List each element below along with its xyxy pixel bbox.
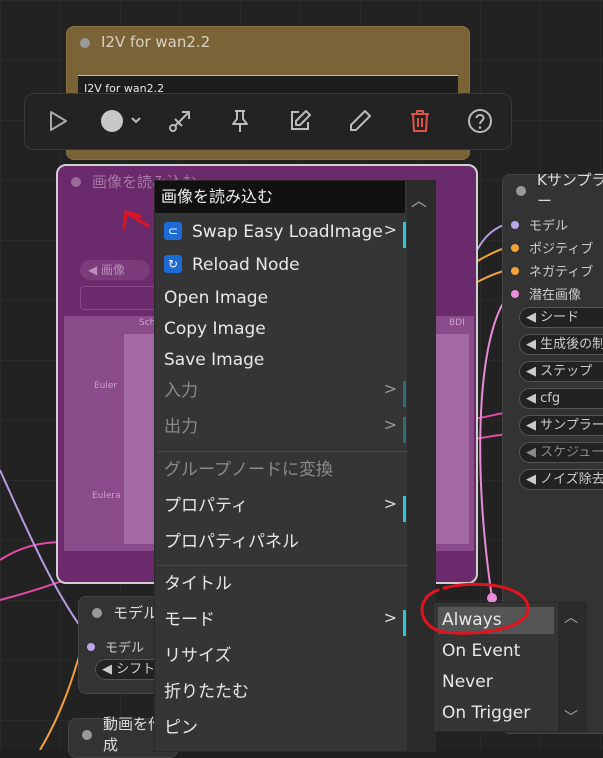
input-slot[interactable]: [511, 266, 519, 275]
denoise-widget[interactable]: ◀ ノイズ除去: [519, 469, 603, 490]
trash-icon[interactable]: [405, 106, 435, 136]
preview-label: Euler: [94, 381, 118, 391]
sampler-widget[interactable]: ◀ サンプラー: [519, 415, 603, 436]
mode-option-on-event[interactable]: On Event: [438, 638, 554, 665]
selection-toolbar: [24, 93, 512, 150]
input-slot[interactable]: [511, 289, 519, 298]
menu-item-outputs[interactable]: 出力 >: [155, 412, 406, 443]
menu-item-collapse[interactable]: 折りたたむ: [155, 677, 405, 707]
menu-item-mode[interactable]: モード >: [155, 605, 406, 636]
edit-icon[interactable]: [285, 106, 315, 136]
preview-label: Eulera: [92, 491, 121, 501]
node-title: I2V for wan2.2: [101, 33, 211, 51]
accent-bar: [403, 417, 406, 443]
menu-item-open-image[interactable]: Open Image: [155, 283, 405, 313]
steps-widget[interactable]: ◀ ステップ: [519, 361, 603, 382]
cfg-widget[interactable]: ◀ cfg: [519, 388, 603, 409]
bypass-icon[interactable]: [165, 106, 195, 136]
input-label: モデル: [105, 641, 145, 656]
menu-item-properties-panel[interactable]: プロパティパネル: [155, 527, 405, 557]
color-picker-icon[interactable]: [97, 106, 147, 136]
pencil-icon[interactable]: [345, 106, 375, 136]
menu-item-save-image[interactable]: Save Image: [155, 345, 405, 375]
menu-item-swap-easy-loadimage[interactable]: ⊂ Swap Easy LoadImage >: [155, 217, 406, 248]
submenu-arrow-icon: >: [383, 415, 397, 434]
menu-item-convert-to-group-node[interactable]: グループノードに変換: [155, 455, 405, 485]
menu-divider: [157, 451, 407, 452]
accent-bar: [403, 381, 406, 407]
swap-icon: ⊂: [164, 221, 182, 240]
menu-item-copy-image[interactable]: Copy Image: [155, 314, 405, 344]
input-negative[interactable]: ネガティブ: [511, 261, 593, 280]
menu-item-label: モード: [164, 610, 215, 630]
menu-item-resize[interactable]: リサイズ: [155, 641, 405, 671]
pin-icon[interactable]: [225, 106, 255, 136]
submenu-arrow-icon: >: [383, 608, 397, 627]
input-model[interactable]: モデル: [87, 637, 144, 656]
accent-bar: [403, 222, 406, 248]
context-menu-header: 画像を読み込む: [155, 181, 405, 213]
input-label: ネガティブ: [529, 265, 594, 280]
accent-bar: [403, 610, 406, 636]
input-model[interactable]: モデル: [511, 215, 568, 234]
input-slot[interactable]: [511, 220, 519, 229]
submenu-scrollbar[interactable]: ︿ ﹀: [558, 603, 586, 731]
input-positive[interactable]: ポジティブ: [511, 238, 593, 257]
submenu-arrow-icon: >: [383, 494, 397, 513]
mode-option-on-trigger[interactable]: On Trigger: [438, 700, 554, 727]
scroll-down-icon[interactable]: ﹀: [564, 707, 578, 727]
menu-item-pin[interactable]: ピン: [155, 713, 405, 743]
menu-item-reload-node[interactable]: ↻ Reload Node: [155, 250, 405, 280]
input-slot[interactable]: [511, 243, 519, 252]
preview-label: BDI: [449, 318, 465, 328]
scroll-up-icon[interactable]: ︿: [411, 187, 427, 211]
menu-scrollbar[interactable]: ︿: [407, 181, 435, 751]
reload-icon: ↻: [164, 254, 182, 273]
image-widget[interactable]: ◀ 画像: [80, 260, 150, 280]
menu-item-label: Swap Easy LoadImage: [192, 222, 383, 242]
node-title: Kサンプラー: [537, 171, 603, 210]
control-after-generate-widget[interactable]: ◀ 生成後の制御: [519, 334, 603, 355]
play-icon[interactable]: [43, 106, 73, 136]
annotation-circle-icon: [420, 582, 530, 635]
input-label: ポジティブ: [529, 242, 594, 257]
submenu-arrow-icon: >: [383, 379, 397, 398]
menu-item-label: Reload Node: [192, 255, 300, 275]
mode-option-never[interactable]: Never: [438, 669, 554, 696]
input-label: 潜在画像: [529, 288, 582, 303]
menu-item-title[interactable]: タイトル: [155, 569, 405, 599]
seed-widget[interactable]: ◀ シード: [519, 307, 603, 328]
node-context-menu: 画像を読み込む ︿ ⊂ Swap Easy LoadImage > ↻ Reload…: [154, 180, 436, 752]
menu-item-label: 出力: [164, 417, 198, 437]
input-latent[interactable]: 潜在画像: [511, 284, 581, 303]
input-label: モデル: [529, 219, 569, 234]
input-slot[interactable]: [87, 642, 95, 651]
menu-item-label: プロパティ: [164, 496, 248, 516]
scheduler-widget[interactable]: ◀ スケジューラ: [519, 442, 603, 463]
menu-divider: [157, 565, 407, 566]
submenu-arrow-icon: >: [383, 220, 397, 239]
scroll-up-icon[interactable]: ︿: [564, 607, 578, 627]
annotation-arrow-icon: [122, 210, 150, 230]
help-icon[interactable]: [465, 106, 495, 136]
menu-item-label: 入力: [164, 381, 198, 401]
menu-item-inputs[interactable]: 入力 >: [155, 376, 406, 407]
menu-item-properties[interactable]: プロパティ >: [155, 491, 406, 522]
accent-bar: [403, 496, 406, 522]
